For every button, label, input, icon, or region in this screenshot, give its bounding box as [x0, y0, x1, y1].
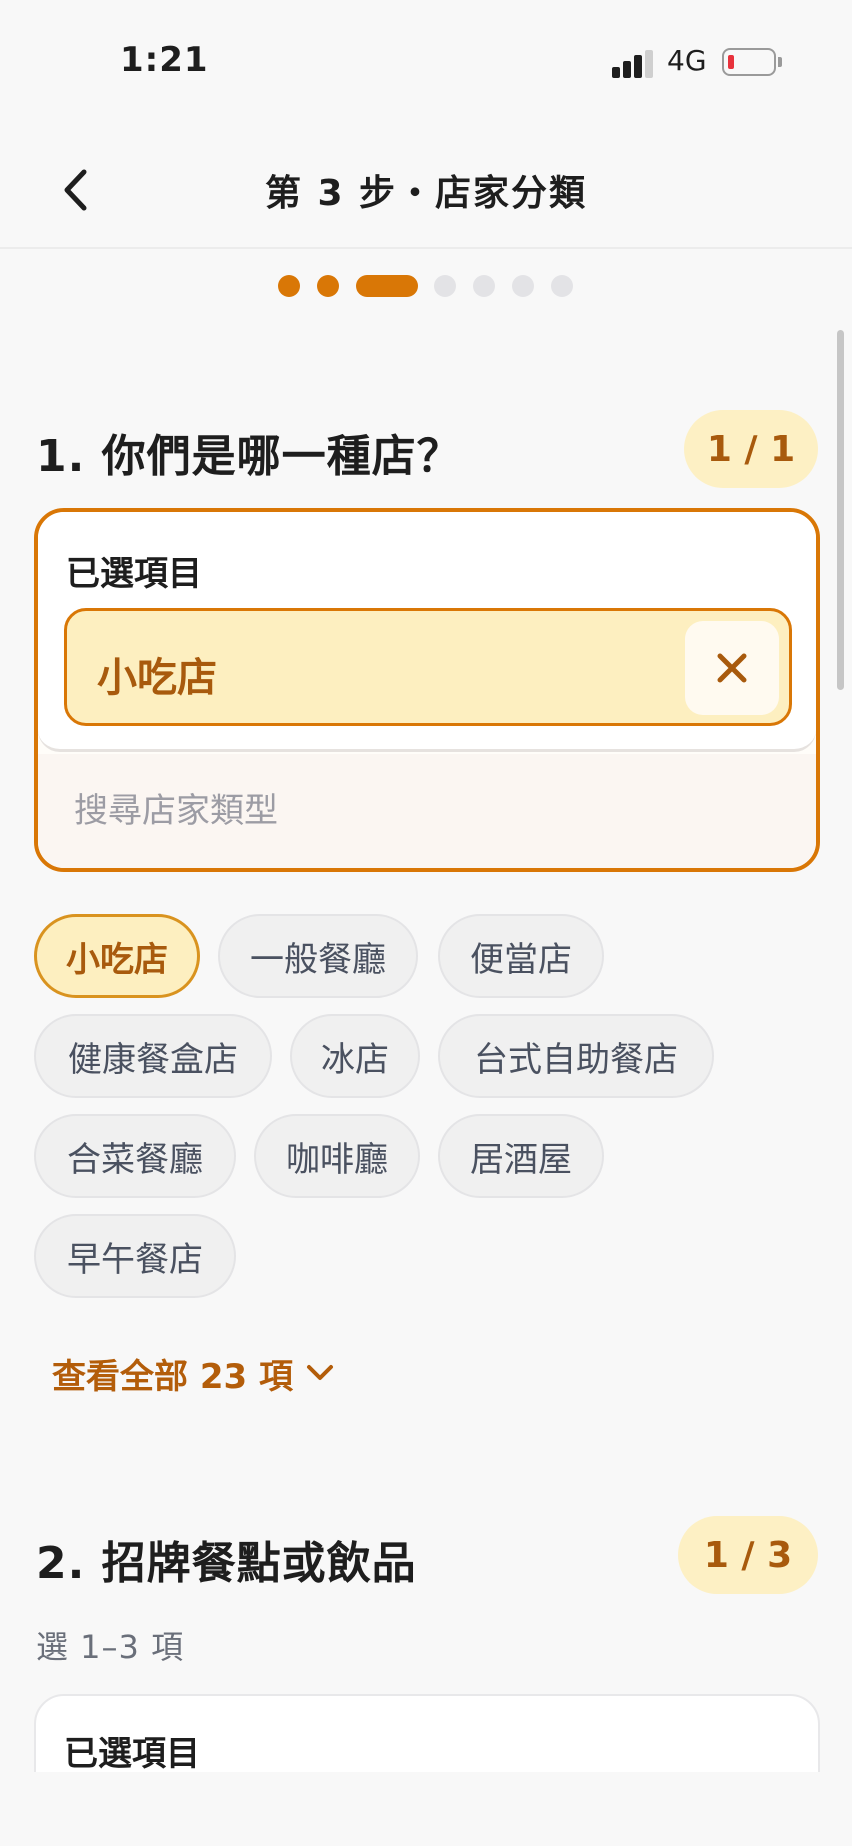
step-dot-6: [512, 275, 534, 297]
selected-chip: 小吃店: [64, 608, 792, 726]
section-1-count-badge: 1 / 1: [684, 410, 818, 488]
step-dot-3-current: [356, 275, 418, 297]
selected-items-label: 已選項目: [66, 554, 202, 594]
option-chip[interactable]: 一般餐廳: [218, 914, 418, 998]
option-chip[interactable]: 台式自助餐店: [438, 1014, 714, 1098]
network-label: 4G: [667, 44, 707, 77]
option-chip[interactable]: 居酒屋: [438, 1114, 604, 1198]
header-divider: [0, 247, 852, 249]
status-time: 1:21: [120, 40, 209, 80]
bottom-safe-area: [0, 1772, 852, 1846]
selected-items-label: 已選項目: [64, 1734, 200, 1774]
section-2-title: 2. 招牌餐點或飲品: [36, 1538, 417, 1589]
page-title: 第 3 步・店家分類: [264, 173, 588, 214]
option-chip[interactable]: 便當店: [438, 914, 604, 998]
step-dot-4: [434, 275, 456, 297]
view-all-label: 查看全部 23 項: [52, 1356, 293, 1397]
signal-icon: [612, 50, 654, 78]
battery-icon: [722, 48, 776, 76]
option-chip[interactable]: 合菜餐廳: [34, 1114, 236, 1198]
remove-selected-button[interactable]: [685, 621, 779, 715]
store-type-search-input[interactable]: [38, 754, 816, 868]
step-dot-5: [473, 275, 495, 297]
section-2-count-badge: 1 / 3: [678, 1516, 818, 1594]
option-chip[interactable]: 早午餐店: [34, 1214, 236, 1298]
battery-tip: [778, 57, 782, 67]
option-chip[interactable]: 小吃店: [34, 914, 200, 998]
screen: 1:21 4G 第 3 步・店家分類 1. 你們是哪一種店？ 1 / 1 已選項…: [0, 0, 852, 1846]
view-all-button[interactable]: 查看全部 23 項: [52, 1348, 335, 1398]
section-2-hint: 選 1–3 項: [36, 1628, 185, 1666]
scrollbar[interactable]: [837, 330, 844, 690]
step-dot-7: [551, 275, 573, 297]
step-dot-2: [317, 275, 339, 297]
step-dot-1: [278, 275, 300, 297]
store-type-select-box: 已選項目 小吃店: [34, 508, 820, 872]
option-chip[interactable]: 咖啡廳: [254, 1114, 420, 1198]
close-icon: [717, 653, 747, 683]
chevron-down-icon: [307, 1365, 333, 1380]
selected-items-area: 已選項目 小吃店: [38, 512, 816, 752]
section-1-title: 1. 你們是哪一種店？: [36, 431, 462, 482]
option-chip[interactable]: 健康餐盒店: [34, 1014, 272, 1098]
selected-chip-label: 小吃店: [97, 655, 217, 701]
option-chip[interactable]: 冰店: [290, 1014, 420, 1098]
